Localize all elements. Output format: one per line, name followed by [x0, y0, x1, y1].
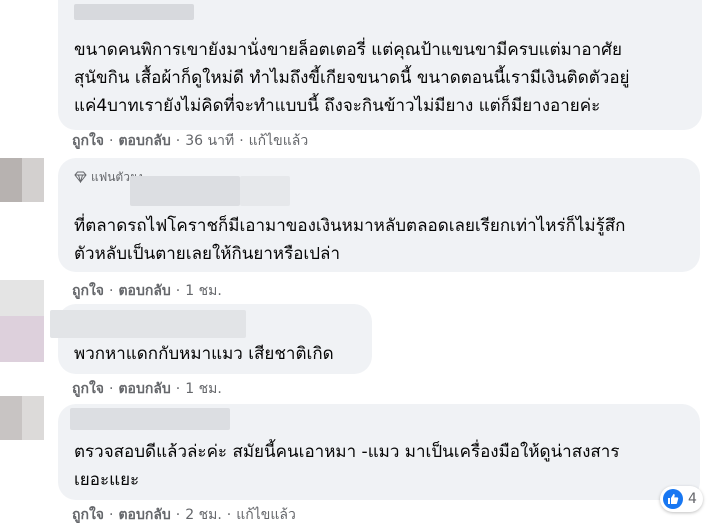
diamond-icon — [74, 171, 87, 184]
timestamp[interactable]: 36 นาที — [185, 133, 234, 149]
like-link[interactable]: ถูกใจ — [72, 507, 104, 523]
reply-link[interactable]: ตอบกลับ — [118, 133, 170, 149]
timestamp[interactable]: 2 ชม. — [185, 507, 222, 523]
comment-bubble: ขนาดคนพิการเขายังมานั่งขายล็อตเตอรี่ แต่… — [58, 0, 702, 130]
edited-label: แก้ไขแล้ว — [236, 507, 296, 523]
commenter-name[interactable] — [70, 408, 230, 430]
comment-text-line: สุนัขกิน เสื้อผ้าก็ดูใหม่ดี ทำไมถึงขี้เก… — [74, 68, 630, 88]
comment-text-line: พวกหาแดกกับหมาแมว เสียชาติเกิด — [74, 344, 334, 364]
comment-text-line: แค่4บาทเรายังไม่คิดที่จะทำแบบนี้ ถึงจะกิ… — [74, 96, 601, 116]
like-link[interactable]: ถูกใจ — [72, 283, 104, 299]
comment-bubble: พวกหาแดกกับหมาแมว เสียชาติเกิด — [50, 304, 372, 374]
like-icon — [663, 489, 683, 509]
avatar[interactable] — [0, 396, 44, 440]
comment-actions: ถูกใจ · ตอบกลับ · 1 ชม. — [72, 381, 222, 397]
comment-text-line: ที่ตลาดรถไฟโคราชก็มีเอามาของเงินหมาหลับต… — [74, 216, 626, 236]
edited-label: แก้ไขแล้ว — [248, 133, 309, 149]
reaction-count[interactable]: 4 — [660, 486, 703, 512]
comment-actions: ถูกใจ · ตอบกลับ · 1 ชม. — [72, 283, 222, 299]
comment-text-line: เยอะแยะ — [74, 470, 140, 490]
avatar[interactable] — [0, 158, 44, 202]
comment-text-line: ขนาดคนพิการเขายังมานั่งขายล็อตเตอรี่ แต่… — [74, 40, 622, 60]
avatar[interactable] — [0, 280, 44, 362]
commenter-name[interactable] — [50, 310, 246, 338]
comment-actions: ถูกใจ · ตอบกลับ · 36 นาที · แก้ไขแล้ว — [72, 133, 309, 149]
commenter-name[interactable] — [130, 176, 240, 206]
reply-link[interactable]: ตอบกลับ — [118, 507, 170, 523]
timestamp[interactable]: 1 ชม. — [185, 283, 222, 299]
comment-bubble: ตรวจสอบดีแล้วล่ะค่ะ สมัยนี้คนเอาหมา -แมว… — [58, 404, 700, 500]
comment-bubble: แฟนตัวยง ที่ตลาดรถไฟโคราชก็มีเอามาของเงิ… — [58, 158, 700, 272]
reaction-count-label: 4 — [688, 491, 697, 507]
comment-text-line: ตัวหลับเป็นตายเลยให้กินยาหรือเปล่า — [74, 244, 340, 264]
reply-link[interactable]: ตอบกลับ — [118, 283, 170, 299]
reply-link[interactable]: ตอบกลับ — [118, 381, 170, 397]
like-link[interactable]: ถูกใจ — [72, 133, 104, 149]
timestamp[interactable]: 1 ชม. — [185, 381, 222, 397]
like-link[interactable]: ถูกใจ — [72, 381, 104, 397]
commenter-name[interactable] — [74, 4, 194, 20]
comment-text-line: ตรวจสอบดีแล้วล่ะค่ะ สมัยนี้คนเอาหมา -แมว… — [74, 442, 620, 462]
comment-actions: ถูกใจ · ตอบกลับ · 2 ชม. · แก้ไขแล้ว — [72, 507, 296, 523]
